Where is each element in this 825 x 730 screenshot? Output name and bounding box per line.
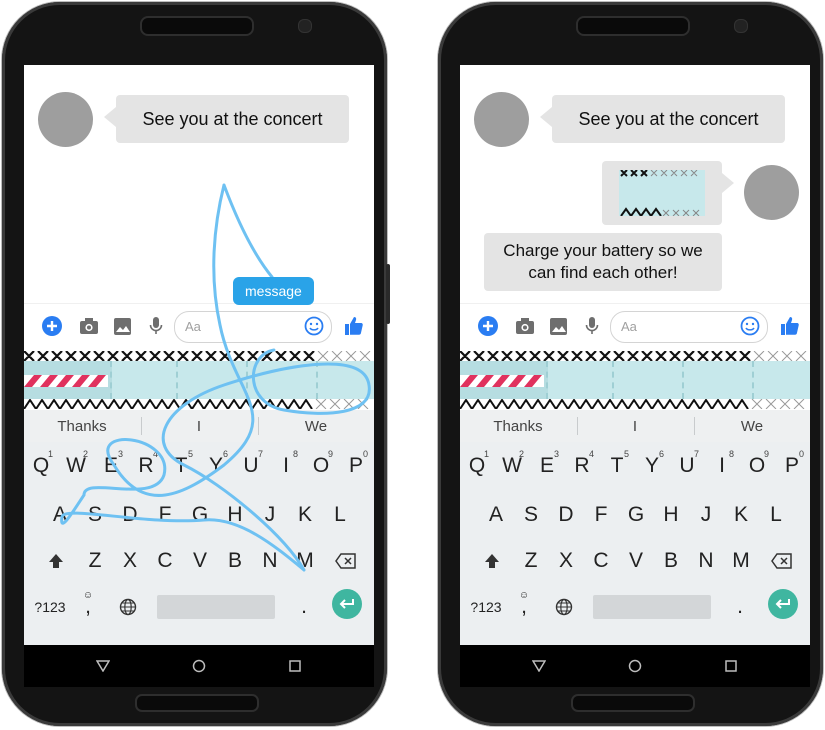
key-d[interactable]: D: [550, 495, 582, 535]
shift-icon[interactable]: [476, 541, 508, 581]
suggestion-2[interactable]: I: [577, 410, 693, 442]
nav-bar: [24, 645, 374, 687]
mic-icon[interactable]: [581, 315, 603, 337]
incoming-message: See you at the concert: [540, 95, 785, 143]
key-o[interactable]: O9: [741, 446, 773, 486]
key-c[interactable]: C: [585, 541, 617, 581]
key-l[interactable]: L: [760, 495, 792, 535]
front-camera: [734, 19, 748, 33]
speaker-bottom: [134, 694, 259, 712]
sticker-stripes: [460, 375, 544, 387]
keyboard: Q1 W2 E3 R4 T5 Y6 U7 I8 O9 P0 A S D F G …: [460, 442, 810, 645]
backspace-icon[interactable]: [766, 541, 798, 581]
recents-icon[interactable]: [720, 655, 742, 677]
nav-bar: [460, 645, 810, 687]
home-icon[interactable]: [624, 655, 646, 677]
speaker-bottom: [570, 694, 695, 712]
key-x[interactable]: X: [550, 541, 582, 581]
back-icon[interactable]: [528, 655, 550, 677]
incoming-message: Charge your battery so we can find each …: [484, 233, 722, 291]
image-icon[interactable]: [547, 315, 569, 337]
key-j[interactable]: J: [690, 495, 722, 535]
key-a[interactable]: A: [480, 495, 512, 535]
period-key[interactable]: .: [724, 587, 756, 627]
sticker-tray: [460, 351, 810, 409]
symbols-key[interactable]: ?123: [466, 587, 506, 627]
front-camera: [298, 19, 312, 33]
screen: See you at the concert Aa Thanks I We Q …: [24, 65, 374, 645]
key-t[interactable]: T5: [601, 446, 633, 486]
key-p[interactable]: P0: [776, 446, 808, 486]
key-b[interactable]: B: [655, 541, 687, 581]
thumbs-up-icon[interactable]: [779, 315, 801, 337]
plus-circle-icon[interactable]: [477, 315, 499, 337]
key-y[interactable]: Y6: [636, 446, 668, 486]
earpiece: [139, 16, 254, 36]
key-w[interactable]: W2: [496, 446, 528, 486]
key-m[interactable]: M: [725, 541, 757, 581]
sticker-slot[interactable]: [684, 361, 754, 399]
suggestion-3[interactable]: We: [694, 410, 810, 442]
phone-left: See you at the concert Aa Thanks I We Q …: [2, 2, 390, 726]
composer-toolbar: Aa: [460, 303, 810, 350]
key-q[interactable]: Q1: [461, 446, 493, 486]
emoji-icon[interactable]: [739, 315, 761, 337]
avatar-self: [744, 165, 799, 220]
avatar: [474, 92, 529, 147]
back-icon[interactable]: [92, 655, 114, 677]
key-k[interactable]: K: [725, 495, 757, 535]
sticker-slot[interactable]: [546, 361, 614, 399]
recents-icon[interactable]: [284, 655, 306, 677]
key-r[interactable]: R4: [566, 446, 598, 486]
emoji-hint-icon: ☺: [518, 590, 530, 601]
key-n[interactable]: N: [690, 541, 722, 581]
phone-right: See you at the concert Charge your batte…: [438, 2, 823, 726]
comma-key[interactable]: , ☺: [512, 587, 536, 627]
key-z[interactable]: Z: [515, 541, 547, 581]
suggestion-strip: Thanks I We: [460, 410, 810, 442]
enter-icon[interactable]: [768, 589, 798, 619]
earpiece: [575, 16, 690, 36]
message-input-placeholder: Aa: [621, 319, 637, 334]
suggestion-1[interactable]: Thanks: [460, 410, 576, 442]
sticker-slot[interactable]: [614, 361, 684, 399]
key-f[interactable]: F: [585, 495, 617, 535]
outgoing-sticker: [602, 161, 734, 225]
sticker-image: [619, 170, 705, 216]
chat-area: See you at the concert Charge your batte…: [460, 65, 810, 303]
gesture-trail: [60, 183, 371, 572]
key-e[interactable]: E3: [531, 446, 563, 486]
key-g[interactable]: G: [620, 495, 652, 535]
spacebar[interactable]: [593, 595, 711, 619]
gesture-preview-pill: message: [233, 277, 314, 305]
sticker-pattern-top: [460, 351, 810, 361]
sticker-pattern-bottom: [460, 399, 810, 409]
key-v[interactable]: V: [620, 541, 652, 581]
side-button: [386, 264, 390, 324]
sticker-slot[interactable]: [460, 361, 548, 399]
key-h[interactable]: H: [655, 495, 687, 535]
key-u[interactable]: U7: [671, 446, 703, 486]
camera-icon[interactable]: [514, 315, 536, 337]
message-input[interactable]: Aa: [610, 311, 768, 343]
key-s[interactable]: S: [515, 495, 547, 535]
key-i[interactable]: I8: [706, 446, 738, 486]
screen: See you at the concert Charge your batte…: [460, 65, 810, 645]
globe-icon[interactable]: [548, 587, 580, 627]
home-icon[interactable]: [188, 655, 210, 677]
